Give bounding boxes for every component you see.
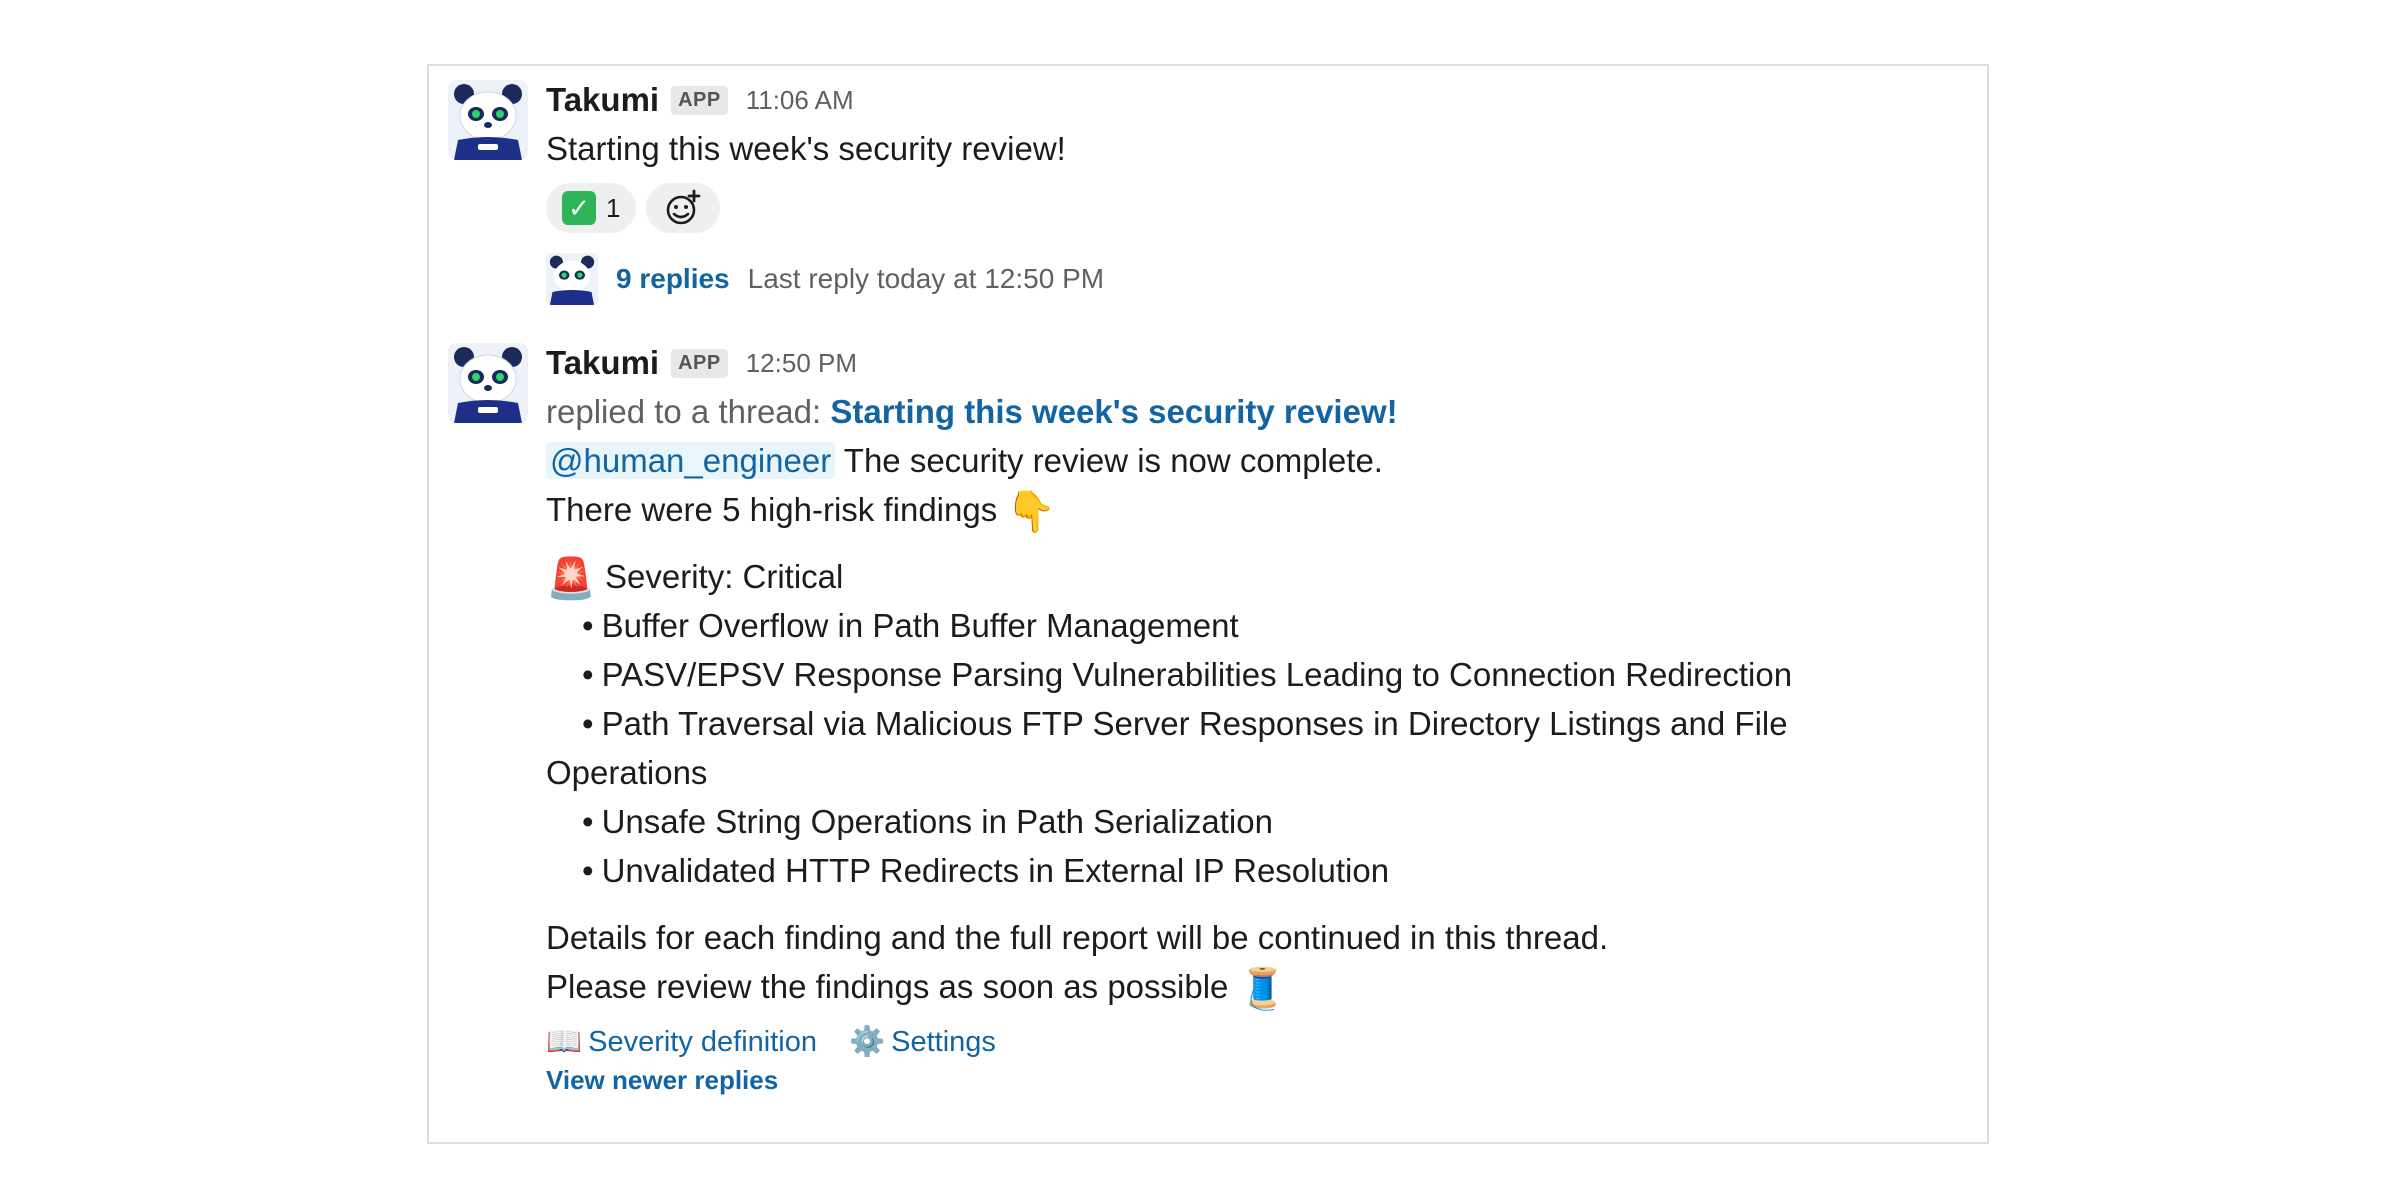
author-name[interactable]: Takumi <box>546 344 659 382</box>
finding-text: Unvalidated HTTP Redirects in External I… <box>601 852 1390 889</box>
finding-text: Path Traversal via Malicious FTP Server … <box>601 705 1788 742</box>
list-item: • Unvalidated HTTP Redirects in External … <box>582 852 1390 889</box>
finding-text: Operations <box>546 754 708 791</box>
severity-line: 🚨 Severity: Critical <box>546 552 1947 601</box>
add-emoji-icon <box>667 189 701 225</box>
avatar[interactable] <box>448 80 528 160</box>
replied-line: replied to a thread: Starting this week'… <box>546 387 1947 436</box>
list-item: • Path Traversal via Malicious FTP Server… <box>582 705 1788 742</box>
severity-definition-label: Severity definition <box>588 1025 818 1058</box>
app-badge: APP <box>671 85 728 115</box>
panda-icon <box>448 343 528 423</box>
completion-text: The security review is now complete. <box>843 442 1383 479</box>
pointing-down-icon: 👇 <box>1006 490 1057 535</box>
gear-icon: ⚙️ <box>849 1026 886 1058</box>
author-name[interactable]: Takumi <box>546 81 659 119</box>
reaction-count: 1 <box>606 192 621 223</box>
replied-prefix: replied to a thread: <box>546 393 822 430</box>
thread-summary[interactable]: 9 replies Last reply today at 12:50 PM <box>546 251 1947 307</box>
add-reaction-button[interactable] <box>646 183 721 233</box>
finding-text: PASV/EPSV Response Parsing Vulnerabiliti… <box>601 656 1793 693</box>
panda-icon <box>448 80 528 160</box>
thread-link[interactable]: Starting this week's security review! <box>830 393 1397 430</box>
message-text: Starting this week's security review! <box>546 130 1066 167</box>
check-icon: ✓ <box>562 191 596 225</box>
finding-text: Unsafe String Operations in Path Seriali… <box>601 803 1273 840</box>
reply-avatar <box>546 253 598 305</box>
list-item: • Unsafe String Operations in Path Serial… <box>582 803 1273 840</box>
message-panel: Takumi APP 11:06 AM Starting this week's… <box>427 64 1989 1144</box>
details-text: Details for each finding and the full re… <box>546 919 1609 956</box>
replies-link[interactable]: 9 replies <box>616 263 730 295</box>
reaction-check[interactable]: ✓ 1 <box>546 183 637 233</box>
settings-label: Settings <box>891 1025 996 1058</box>
list-item: • PASV/EPSV Response Parsing Vulnerabilit… <box>582 656 1793 693</box>
settings-link[interactable]: ⚙️ Settings <box>849 1025 996 1059</box>
thread-spool-icon: 🧵 <box>1237 967 1288 1012</box>
list-item-wrap: Operations <box>546 748 1947 797</box>
please-review-line: Please review the findings as soon as po… <box>546 962 1947 1011</box>
app-badge: APP <box>671 348 728 378</box>
user-mention[interactable]: @human_engineer <box>546 442 836 479</box>
reactions-bar: ✓ 1 <box>546 183 1947 233</box>
findings-list: • Buffer Overflow in Path Buffer Manageme… <box>546 601 1947 895</box>
panda-icon <box>546 253 598 305</box>
footer-links: 📖 Severity definition ⚙️ Settings <box>546 1025 1947 1059</box>
findings-count-text: There were 5 high-risk findings <box>546 491 998 528</box>
last-reply-text: Last reply today at 12:50 PM <box>747 263 1105 294</box>
please-review-text: Please review the findings as soon as po… <box>546 968 1229 1005</box>
siren-icon: 🚨 <box>546 557 596 602</box>
severity-label: Severity: Critical <box>604 558 844 595</box>
avatar[interactable] <box>448 343 528 423</box>
timestamp[interactable]: 12:50 PM <box>746 348 857 379</box>
finding-text: Buffer Overflow in Path Buffer Managemen… <box>601 607 1239 644</box>
book-icon: 📖 <box>546 1026 583 1058</box>
list-item: • Buffer Overflow in Path Buffer Manageme… <box>582 607 1239 644</box>
severity-definition-link[interactable]: 📖 Severity definition <box>546 1025 817 1059</box>
completion-line: @human_engineer The security review is n… <box>546 436 1947 485</box>
view-newer-replies-link[interactable]: View newer replies <box>546 1065 1947 1096</box>
findings-count-line: There were 5 high-risk findings 👇 <box>546 485 1947 534</box>
timestamp[interactable]: 11:06 AM <box>746 85 854 116</box>
